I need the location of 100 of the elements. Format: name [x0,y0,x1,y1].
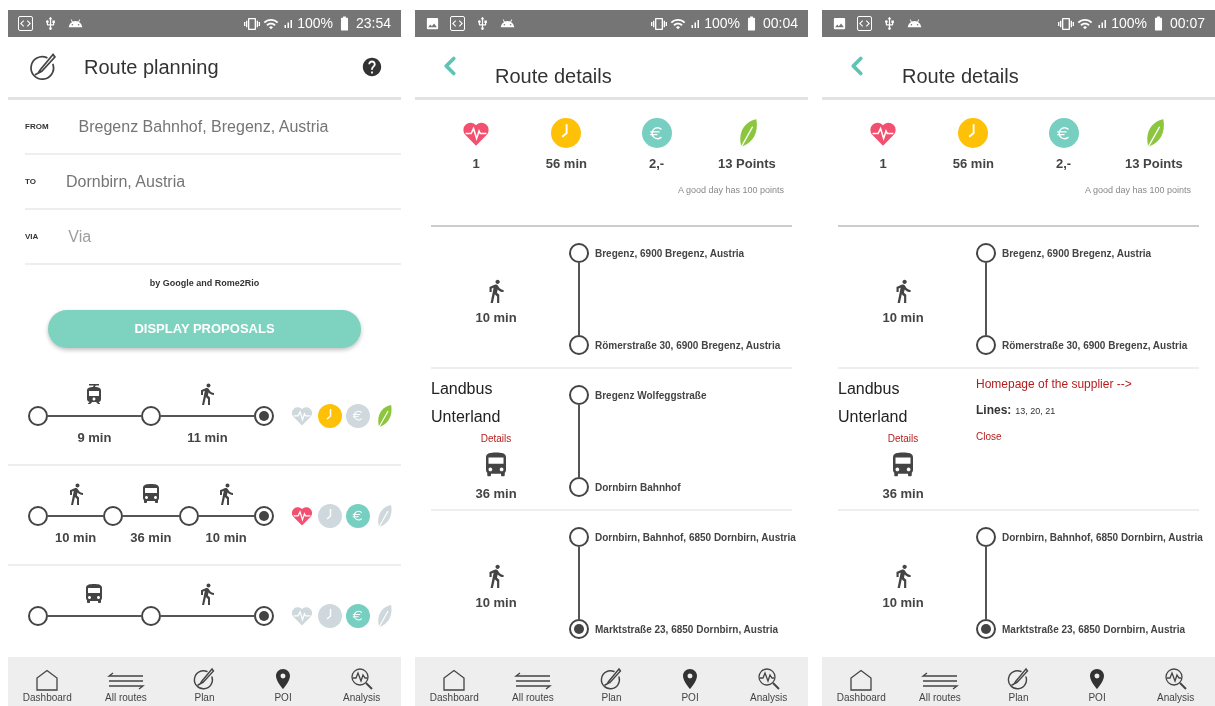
nav-item[interactable]: Dashboard [822,657,901,706]
stop-address: Marktstraße 23, 6850 Dornbirn, Austria [1002,622,1186,637]
pen-circle-icon [599,667,624,691]
pen-circle-icon [28,52,58,82]
field-label: TO [25,175,36,188]
euro-icon [641,118,672,148]
help-icon[interactable] [361,56,383,78]
segment-duration: 10 min [882,594,924,613]
field-label: FROM [25,120,49,133]
code-icon [18,16,33,31]
home-icon [442,669,467,691]
supplier-link[interactable]: Homepage of the supplier --> [976,375,1199,393]
clock-time: 00:04 [762,14,798,33]
route-line [985,263,987,335]
segment-duration: 10 min [475,594,517,613]
signal-icon [689,17,702,30]
segment-duration: 10 min [882,309,924,328]
stat-value: 2,- [649,155,665,173]
pen-circle-icon [192,667,217,691]
nav-item[interactable]: Analysis [1136,657,1215,706]
address-input[interactable]: Via [68,224,401,249]
nav-item[interactable]: All routes [86,657,166,706]
arrows-icon [106,671,145,691]
stat-value: 1 [879,155,887,173]
arrows-icon [513,671,552,691]
details-link[interactable]: Details [887,431,919,446]
battery-level: 100% [704,14,740,33]
clock-time: 00:07 [1169,14,1205,33]
destination-marker [253,605,274,626]
route-line [985,547,987,619]
stop-address: Marktstraße 23, 6850 Dornbirn, Austria [595,622,779,637]
stat-value: 2,- [1056,155,1072,173]
clock-icon [551,118,582,148]
usb-icon [475,16,490,31]
segment-duration: 10 min [475,309,517,328]
nav-item[interactable]: Plan [572,657,651,706]
arrows-icon [920,671,959,691]
image-icon [425,16,440,31]
nav-item[interactable]: Analysis [729,657,808,706]
operator-name: Landbus Unterland [838,379,909,427]
stat-value: 1 [472,155,480,173]
pen-circle-icon [1006,667,1031,691]
nav-item[interactable]: Dashboard [8,657,87,706]
clock-icon [958,118,989,148]
euro-icon [1048,118,1079,148]
screen-title: Route details [902,64,1019,89]
nav-item[interactable]: All routes [493,657,573,706]
home-icon [35,669,60,691]
close-link[interactable]: Close [976,429,1002,444]
line-numbers: 13, 20, 21 [1015,405,1056,418]
points-note: A good day has 100 points [1084,183,1191,197]
analysis-icon [756,667,781,691]
credit-text: by Google and Rome2Rio [149,277,260,290]
image-icon [832,16,847,31]
code-icon [857,16,872,31]
route-line [578,547,580,619]
stop-address: Römerstraße 30, 6900 Bregenz, Austria [595,338,781,353]
nav-item[interactable]: Plan [165,657,244,706]
route-line [578,405,580,477]
stop-address: Dornbirn, Bahnhof, 6850 Dornbirn, Austria [1002,530,1203,545]
vibrate-icon [244,15,261,32]
nav-item[interactable]: POI [243,657,323,706]
stop-address: Bregenz, 6900 Bregenz, Austria [595,246,745,261]
nav-item[interactable]: POI [650,657,730,706]
code-icon [450,16,465,31]
points-note: A good day has 100 points [677,183,784,197]
analysis-icon [349,667,374,691]
address-input[interactable]: Dornbirn, Austria [65,169,401,194]
destination-marker [976,619,996,639]
destination-marker [253,505,274,526]
leg-duration: 10 min [205,528,247,547]
nav-item[interactable]: POI [1057,657,1137,706]
signal-icon [282,17,295,30]
stop-address: Römerstraße 30, 6900 Bregenz, Austria [1002,338,1188,353]
nav-item[interactable]: Dashboard [415,657,494,706]
vibrate-icon [651,15,668,32]
stat-value: 13 Points [1124,155,1183,173]
analysis-icon [1163,667,1188,691]
segment-duration: 36 min [475,485,517,503]
leg-duration: 11 min [187,428,228,447]
route-proposal[interactable]: 10 min 36 min 10 min [8,465,401,566]
address-input[interactable]: Bregenz Bahnhof, Bregenz, Austria [78,114,401,139]
nav-item[interactable]: All routes [900,657,980,706]
stop-address: Dornbirn, Bahnhof, 6850 Dornbirn, Austria [595,530,796,545]
route-proposal[interactable]: 9 min 11 min [8,365,401,466]
details-link[interactable]: Details [480,431,512,446]
operator-name: Landbus Unterland [431,379,502,427]
field-label: VIA [25,230,39,243]
nav-item[interactable]: Analysis [322,657,401,706]
stat-value: 13 Points [717,155,776,173]
stop-address: Dornbirn Bahnhof [595,480,681,495]
usb-icon [882,16,897,31]
route-line [578,263,580,335]
home-icon [849,669,874,691]
signal-icon [1096,17,1109,30]
clock-time: 23:54 [355,14,391,33]
vibrate-icon [1058,15,1075,32]
lines-label: Lines: [976,402,1012,419]
nav-item[interactable]: Plan [979,657,1058,706]
segment-duration: 36 min [882,485,924,503]
